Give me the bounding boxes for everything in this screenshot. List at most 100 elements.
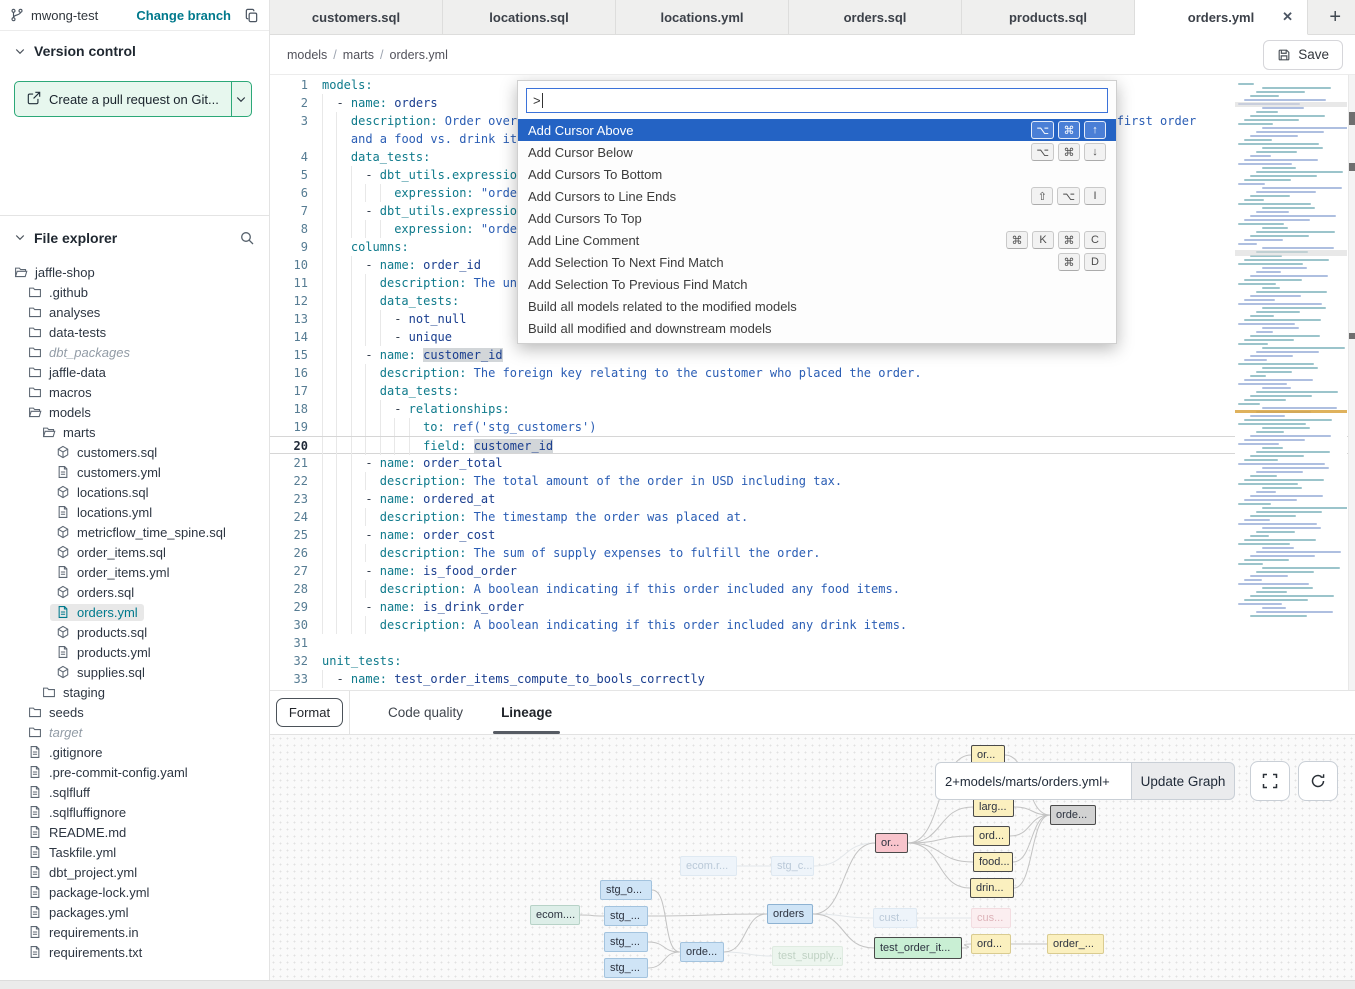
- tree-item-products-sql[interactable]: products.sql: [0, 622, 269, 642]
- code-line-28[interactable]: 28 description: A boolean indicating if …: [270, 580, 1355, 598]
- tree-item-seeds[interactable]: seeds: [0, 702, 269, 722]
- tab-orders-yml[interactable]: orders.yml✕: [1135, 0, 1308, 35]
- code-line-22[interactable]: 22 description: The total amount of the …: [270, 472, 1355, 490]
- tree-item-orders-yml[interactable]: orders.yml: [0, 602, 269, 622]
- tree-item-requirements-txt[interactable]: requirements.txt: [0, 942, 269, 962]
- tree-item-jaffle-data[interactable]: jaffle-data: [0, 362, 269, 382]
- tree-item-readme-md[interactable]: README.md: [0, 822, 269, 842]
- tab-locations-sql[interactable]: locations.sql: [443, 0, 616, 34]
- tab-products-sql[interactable]: products.sql: [962, 0, 1135, 34]
- code-line-16[interactable]: 16 description: The foreign key relating…: [270, 364, 1355, 382]
- palette-item-add-cursors-to-top[interactable]: Add Cursors To Top: [518, 207, 1116, 229]
- code-line-15[interactable]: 15 - name: customer_id: [270, 346, 1355, 364]
- lineage-node-ecom_r[interactable]: ecom.r...: [680, 856, 737, 876]
- tree-item-locations-yml[interactable]: locations.yml: [0, 502, 269, 522]
- lineage-node-stg_c[interactable]: stg_c...: [771, 856, 814, 876]
- editor-scrollbar[interactable]: [1348, 75, 1355, 690]
- tree-item-data-tests[interactable]: data-tests: [0, 322, 269, 342]
- tab-orders-sql[interactable]: orders.sql: [789, 0, 962, 34]
- tree-item-packages-yml[interactable]: packages.yml: [0, 902, 269, 922]
- minimap[interactable]: [1235, 83, 1347, 683]
- palette-item-add-cursors-to-bottom[interactable]: Add Cursors To Bottom: [518, 163, 1116, 185]
- tree-item-locations-sql[interactable]: locations.sql: [0, 482, 269, 502]
- tree-item-package-lock-yml[interactable]: package-lock.yml: [0, 882, 269, 902]
- panel-tab-lineage[interactable]: Lineage: [501, 691, 552, 734]
- code-line-29[interactable]: 29 - name: is_drink_order: [270, 598, 1355, 616]
- create-pr-caret-button[interactable]: [231, 82, 251, 116]
- version-control-header[interactable]: Version control: [14, 43, 255, 59]
- tree-item-dbt-project-yml[interactable]: dbt_project.yml: [0, 862, 269, 882]
- palette-item-add-cursor-below[interactable]: Add Cursor Below⌥⌘↓: [518, 141, 1116, 163]
- lineage-node-order_y[interactable]: order_...: [1047, 934, 1104, 954]
- code-line-30[interactable]: 30 description: A boolean indicating if …: [270, 616, 1355, 634]
- tree-item-taskfile-yml[interactable]: Taskfile.yml: [0, 842, 269, 862]
- create-pr-button[interactable]: Create a pull request on Git...: [15, 82, 231, 116]
- tree-item-supplies-sql[interactable]: supplies.sql: [0, 662, 269, 682]
- new-tab-button[interactable]: +: [1329, 7, 1341, 27]
- refresh-button[interactable]: [1298, 761, 1338, 801]
- save-button[interactable]: Save: [1263, 40, 1343, 70]
- tree-item-products-yml[interactable]: products.yml: [0, 642, 269, 662]
- tree-item--gitignore[interactable]: .gitignore: [0, 742, 269, 762]
- panel-tab-code-quality[interactable]: Code quality: [388, 691, 463, 734]
- breadcrumb-part[interactable]: marts: [343, 48, 374, 62]
- lineage-node-orde_b[interactable]: orde...: [680, 942, 724, 962]
- code-line-20[interactable]: 20 field: customer_id: [270, 436, 1355, 454]
- breadcrumb-part[interactable]: models: [287, 48, 327, 62]
- tab-locations-yml[interactable]: locations.yml: [616, 0, 789, 34]
- lineage-node-larg[interactable]: larg...: [973, 797, 1014, 817]
- palette-item-build-all-models-related-to-the-modified-models[interactable]: Build all models related to the modified…: [518, 295, 1116, 317]
- tree-item--sqlfluff[interactable]: .sqlfluff: [0, 782, 269, 802]
- breadcrumb-part[interactable]: orders.yml: [390, 48, 448, 62]
- code-line-18[interactable]: 18 - relationships:: [270, 400, 1355, 418]
- copy-icon[interactable]: [244, 8, 259, 23]
- close-tab-icon[interactable]: ✕: [1280, 9, 1295, 25]
- code-editor[interactable]: 1models:2 - name: orders3 description: O…: [270, 75, 1355, 690]
- code-line-24[interactable]: 24 description: The timestamp the order …: [270, 508, 1355, 526]
- palette-item-add-line-comment[interactable]: Add Line Comment⌘K⌘C: [518, 229, 1116, 251]
- code-line-32[interactable]: 32unit_tests:: [270, 652, 1355, 670]
- code-line-27[interactable]: 27 - name: is_food_order: [270, 562, 1355, 580]
- palette-item-add-cursors-to-line-ends[interactable]: Add Cursors to Line Ends⇧⌥I: [518, 185, 1116, 207]
- tree-item-customers-sql[interactable]: customers.sql: [0, 442, 269, 462]
- search-icon[interactable]: [239, 230, 255, 246]
- code-line-17[interactable]: 17 data_tests:: [270, 382, 1355, 400]
- palette-item-add-selection-to-next-find-match[interactable]: Add Selection To Next Find Match⌘D: [518, 251, 1116, 273]
- tree-item--github[interactable]: .github: [0, 282, 269, 302]
- code-line-23[interactable]: 23 - name: ordered_at: [270, 490, 1355, 508]
- tree-item--sqlfluffignore[interactable]: .sqlfluffignore: [0, 802, 269, 822]
- tree-item-analyses[interactable]: analyses: [0, 302, 269, 322]
- tree-item-requirements-in[interactable]: requirements.in: [0, 922, 269, 942]
- code-line-33[interactable]: 33 - name: test_order_items_compute_to_b…: [270, 670, 1355, 688]
- palette-item-build-all-modified-and-downstream-models[interactable]: Build all modified and downstream models: [518, 317, 1116, 339]
- lineage-node-orders[interactable]: orders: [767, 904, 813, 924]
- fullscreen-button[interactable]: [1250, 761, 1290, 801]
- lineage-node-ecom[interactable]: ecom....: [530, 905, 580, 925]
- tree-item--pre-commit-config-yaml[interactable]: .pre-commit-config.yaml: [0, 762, 269, 782]
- tree-item-dbt-packages[interactable]: dbt_packages: [0, 342, 269, 362]
- lineage-node-ord1[interactable]: ord...: [973, 826, 1010, 846]
- code-line-31[interactable]: 31: [270, 634, 1355, 652]
- lineage-node-or_pink[interactable]: or...: [875, 833, 908, 853]
- code-line-26[interactable]: 26 description: The sum of supply expens…: [270, 544, 1355, 562]
- format-button[interactable]: Format: [276, 698, 343, 727]
- lineage-node-food[interactable]: food...: [973, 852, 1013, 872]
- tree-item-macros[interactable]: macros: [0, 382, 269, 402]
- tree-item-models[interactable]: models: [0, 402, 269, 422]
- lineage-node-test_supply[interactable]: test_supply...: [772, 946, 843, 966]
- change-branch-link[interactable]: Change branch: [136, 8, 231, 23]
- command-palette-input[interactable]: >: [526, 88, 1108, 113]
- lineage-node-stg1[interactable]: stg_...: [604, 906, 648, 926]
- lineage-node-ord2[interactable]: ord...: [971, 934, 1011, 954]
- tree-item-metricflow-time-spine-sql[interactable]: metricflow_time_spine.sql: [0, 522, 269, 542]
- graph-selector-input[interactable]: [935, 762, 1131, 800]
- tree-item-marts[interactable]: marts: [0, 422, 269, 442]
- tree-item-jaffle-shop[interactable]: jaffle-shop: [0, 262, 269, 282]
- tree-item-target[interactable]: target: [0, 722, 269, 742]
- tree-item-orders-sql[interactable]: orders.sql: [0, 582, 269, 602]
- lineage-node-drin[interactable]: drin...: [970, 878, 1014, 898]
- lineage-node-stg_o[interactable]: stg_o...: [600, 880, 652, 900]
- lineage-node-cus_p[interactable]: cus...: [971, 908, 1011, 928]
- update-graph-button[interactable]: Update Graph: [1131, 762, 1235, 800]
- lineage-node-stg2[interactable]: stg_...: [604, 932, 648, 952]
